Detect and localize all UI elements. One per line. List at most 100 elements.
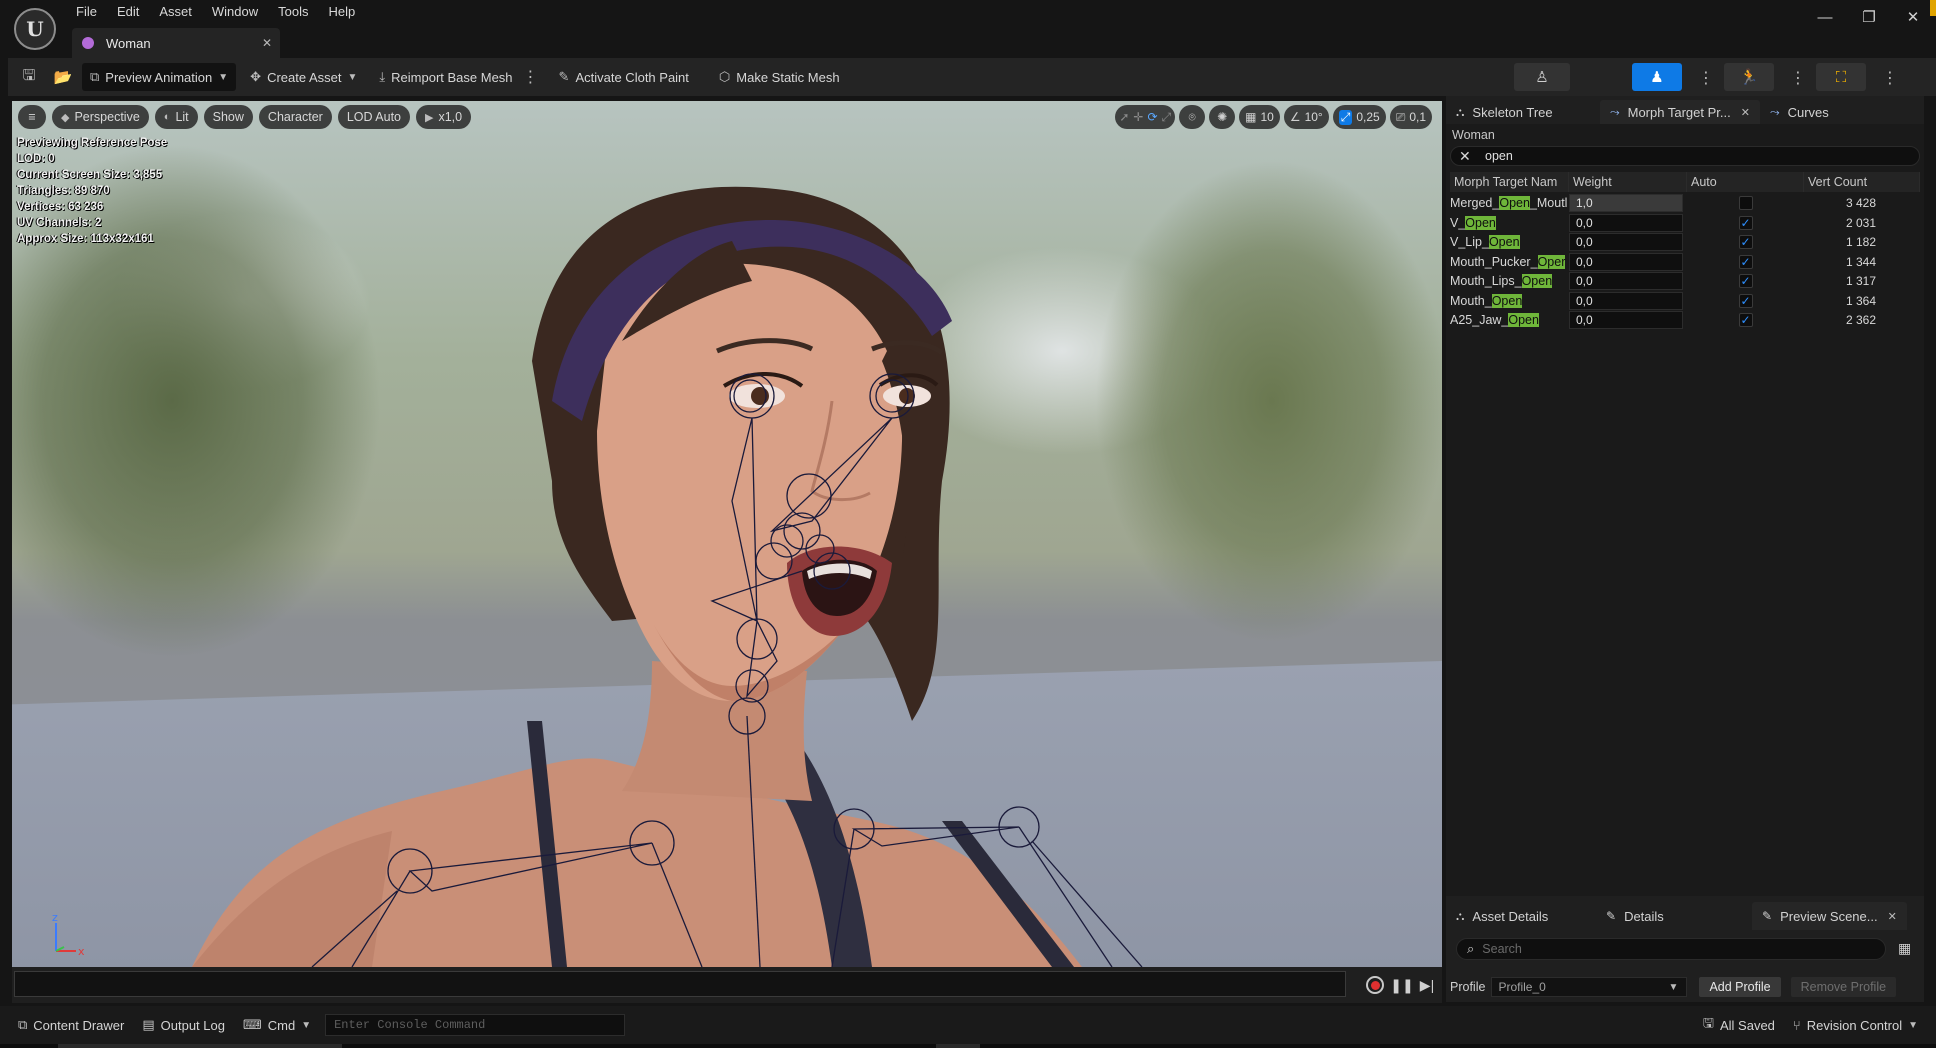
playback-speed-button[interactable]: ▶ x1,0 [416,105,472,129]
weight-slider[interactable]: 0,0 [1569,213,1683,232]
filter-highlight: Open [1491,293,1523,308]
auto-cell: ✓ [1687,254,1804,269]
translate-icon[interactable]: ✛ [1133,110,1143,124]
weight-slider[interactable]: 0,0 [1569,233,1683,251]
tab-label: Preview Scene... [1780,908,1878,924]
lod-button[interactable]: LOD Auto [337,105,411,129]
menu-window[interactable]: Window [202,2,268,22]
weight-cell: 0,0 [1569,291,1687,310]
auto-checkbox[interactable]: ✓ [1738,235,1753,249]
make-static-mesh-button[interactable]: ⬡ Make Static Mesh [711,63,848,91]
animation-mode-button[interactable]: 🏃 [1724,63,1774,91]
mesh-mode-options-icon[interactable]: ⋮ [1698,68,1714,88]
character-button[interactable]: Character [258,105,332,129]
output-log-button[interactable]: ▤ Output Log [142,1017,225,1033]
auto-checkbox[interactable]: ✓ [1738,293,1753,308]
content-drawer-button[interactable]: ⧉ Content Drawer [18,1017,124,1033]
preview-viewport[interactable]: ≡ ◆ Perspective ◐ Lit Show Character LOD A… [12,101,1442,967]
record-button[interactable] [1366,976,1384,994]
camera-speed-button[interactable]: ⎚ 0,1 [1389,105,1432,129]
profile-select[interactable]: Profile_0 ▼ [1491,977,1688,997]
select-icon[interactable]: ➚ [1119,110,1129,124]
auto-checkbox[interactable]: ✓ [1738,274,1753,288]
menu-tools[interactable]: Tools [268,2,318,22]
auto-checkbox[interactable] [1738,196,1753,210]
weight-slider[interactable]: 0,0 [1569,291,1683,310]
weight-slider[interactable]: 0,0 [1569,272,1683,290]
weight-slider[interactable]: 0,0 [1569,252,1683,271]
menu-edit[interactable]: Edit [107,2,149,22]
weight-slider[interactable]: 1,0 [1569,194,1683,212]
remove-profile-button[interactable]: Remove Profile [1790,977,1897,997]
auto-checkbox[interactable]: ✓ [1738,313,1753,327]
animation-mode-options-icon[interactable]: ⋮ [1790,68,1806,88]
column-header-vert-count[interactable]: Vert Count [1804,172,1920,192]
taskbar-item[interactable] [936,1044,980,1048]
minimize-icon[interactable]: — [1812,6,1838,28]
create-asset-button[interactable]: ✥ Create Asset ▼ [242,63,365,91]
perspective-icon: ◆ [61,111,70,124]
restore-icon[interactable]: ❐ [1856,6,1882,28]
close-tab-icon[interactable]: ✕ [262,36,272,50]
tab-details[interactable]: ✎ Details [1596,902,1752,930]
timeline-track[interactable] [14,971,1346,997]
weight-slider[interactable]: 0,0 [1569,311,1683,329]
menu-file[interactable]: File [66,2,107,22]
mesh-mode-button[interactable]: ♟ [1632,63,1682,91]
grid-snap-button[interactable]: ▦ 10 [1239,105,1280,129]
tab-preview-scene[interactable]: ✎ Preview Scene... ✕ [1752,902,1907,930]
show-button[interactable]: Show [203,105,253,129]
rotation-snap-button[interactable]: ∠ 10° [1283,105,1329,129]
tab-skeleton-tree[interactable]: ⛬ Skeleton Tree [1446,100,1600,124]
rotate-icon[interactable]: ⟳ [1147,110,1157,124]
browse-asset-icon[interactable]: 📂 [50,64,76,90]
auto-checkbox[interactable]: ✓ [1738,215,1753,230]
tab-curves[interactable]: ⤳ Curves [1760,100,1839,124]
scale-snap-button[interactable]: ⤢ 0,25 [1332,105,1386,129]
console-input[interactable]: Enter Console Command [325,1014,626,1036]
menu-bar: File Edit Asset Window Tools Help [66,2,365,22]
menu-asset[interactable]: Asset [149,2,202,22]
physics-mode-options-icon[interactable]: ⋮ [1882,68,1898,88]
save-icon[interactable]: 🖫 [16,64,42,90]
skeleton-mode-button[interactable]: ♙ [1514,63,1570,91]
unreal-logo-icon[interactable]: U [14,8,56,50]
clear-filter-icon[interactable]: ✕ [1459,148,1473,165]
cmd-button[interactable]: ⌨ Cmd ▼ [243,1017,311,1033]
tab-asset-details[interactable]: ⛬ Asset Details [1446,902,1596,930]
stats-line: Approx Size: 113x32x161 [17,233,154,245]
close-tab-icon[interactable]: ✕ [1741,106,1750,119]
reimport-base-mesh-button[interactable]: ⤓ Reimport Base Mesh [371,63,520,91]
auto-checkbox[interactable]: ✓ [1738,254,1753,269]
step-forward-icon[interactable]: ▶| [1418,976,1436,994]
physics-mode-button[interactable]: ⛶ [1816,63,1866,91]
lit-button[interactable]: ◐ Lit [154,105,198,129]
close-icon[interactable]: ✕ [1900,6,1926,28]
local-space-button[interactable]: ⌾ [1179,105,1206,129]
revision-control-button[interactable]: ⑂ Revision Control ▼ [1793,1018,1918,1033]
viewport-options-button[interactable]: ≡ [18,105,46,129]
add-profile-button[interactable]: Add Profile [1699,977,1781,997]
column-header-name[interactable]: Morph Target Nam [1450,172,1569,192]
close-tab-icon[interactable]: ✕ [1888,910,1897,923]
scale-icon[interactable]: ⤢ [1162,110,1172,125]
activate-cloth-paint-button[interactable]: ✎ Activate Cloth Paint [551,63,697,91]
menu-help[interactable]: Help [318,2,365,22]
details-search-input[interactable]: ⌕ Search [1456,938,1886,960]
view-options-icon[interactable]: ▦ [1898,940,1911,957]
perspective-button[interactable]: ◆ Perspective [52,105,149,129]
preview-animation-button[interactable]: ⧉ Preview Animation ▼ [82,63,237,91]
column-header-weight[interactable]: Weight [1569,172,1687,192]
morph-target-row[interactable]: A25_Jaw_Open 0,0 ✓ 2 362 [1450,309,1920,331]
vert-count: 2 362 [1846,313,1877,327]
surface-snap-button[interactable]: ✺ [1209,105,1236,129]
all-saved-button[interactable]: 🖫 All Saved [1703,1014,1775,1036]
document-tab[interactable]: Woman ✕ [72,28,280,58]
taskbar-item[interactable] [58,1044,342,1048]
column-header-auto[interactable]: Auto [1687,172,1804,192]
more-options-icon[interactable]: ⋮ [523,67,539,87]
morph-filter-input[interactable]: ✕ open [1450,146,1920,166]
tab-morph-target-preview[interactable]: ⤳ Morph Target Pr... ✕ [1600,100,1760,124]
pause-icon[interactable]: ❚❚ [1390,976,1413,994]
revision-control-icon: ⑂ [1792,1017,1801,1033]
